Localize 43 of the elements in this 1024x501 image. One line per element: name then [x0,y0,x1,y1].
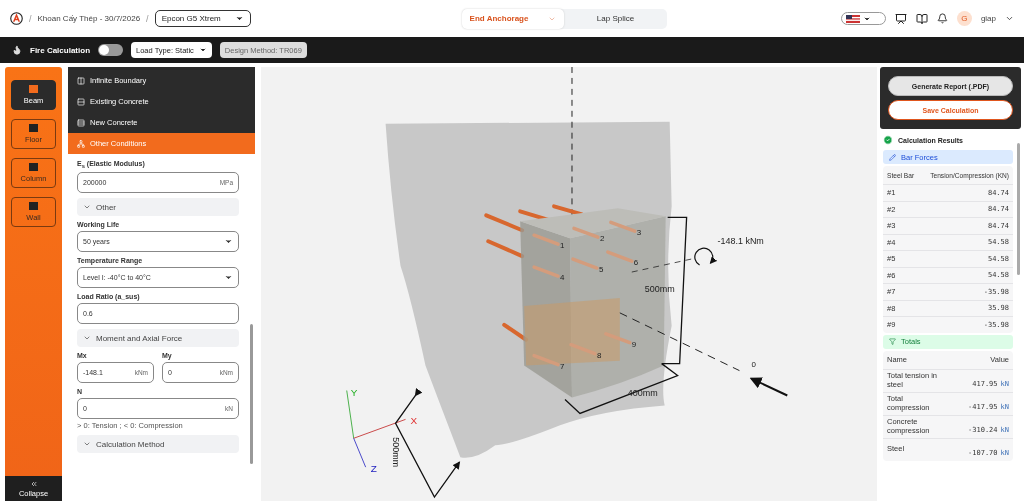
element-icon [29,202,38,210]
section-header[interactable]: Other [77,198,239,217]
axis-label: Y [350,387,358,399]
presentation-icon[interactable] [894,12,907,25]
element-icon [29,163,38,171]
element-icon [29,85,38,93]
caret-icon [198,46,207,54]
language-dropdown[interactable] [840,12,886,25]
dimension-label: 400mm [627,388,658,399]
product-dropdown[interactable]: Epcon G5 Xtrem [154,10,251,27]
section-header[interactable]: Calculation Method [77,435,239,454]
check-icon [883,135,893,145]
menu-icon [77,97,85,106]
menu-icon [77,76,85,85]
user-name[interactable]: giap [980,14,996,23]
pencil-icon [889,153,896,161]
moment-arrow-icon [694,247,718,266]
section-header[interactable]: Moment and Axial Force [77,329,239,348]
moment-label: -148.1 kNm [717,236,764,247]
mode-tab[interactable]: End Anchorage [461,8,565,29]
collapse-icon [29,479,38,488]
flame-icon [12,45,22,55]
flag-icon [845,14,860,23]
caret-icon [234,14,244,23]
fire-calculation-toggle[interactable] [98,44,123,56]
mode-tab[interactable]: Lap Splice [564,8,667,29]
load-arrow [749,377,789,397]
element-icon [29,124,38,132]
axis-label: Z [370,463,377,475]
dimension-label: 500mm [390,437,401,468]
breadcrumb-link[interactable]: Khoan Cấy Thép - 30/7/2026 [37,14,141,23]
breadcrumb-separator: / [146,13,149,24]
filter-icon [889,338,896,345]
chevron-icon[interactable] [1005,14,1014,23]
breadcrumb-separator: / [29,13,32,24]
fire-calculation-label: Fire Calculation [30,45,90,55]
menu-icon [77,139,85,148]
logo-icon [10,12,23,25]
book-icon[interactable] [915,12,928,25]
menu-icon [77,118,85,127]
dimension-label: 500mm [644,283,675,294]
axis-label: X [410,415,418,427]
notification-icon[interactable] [936,13,948,24]
